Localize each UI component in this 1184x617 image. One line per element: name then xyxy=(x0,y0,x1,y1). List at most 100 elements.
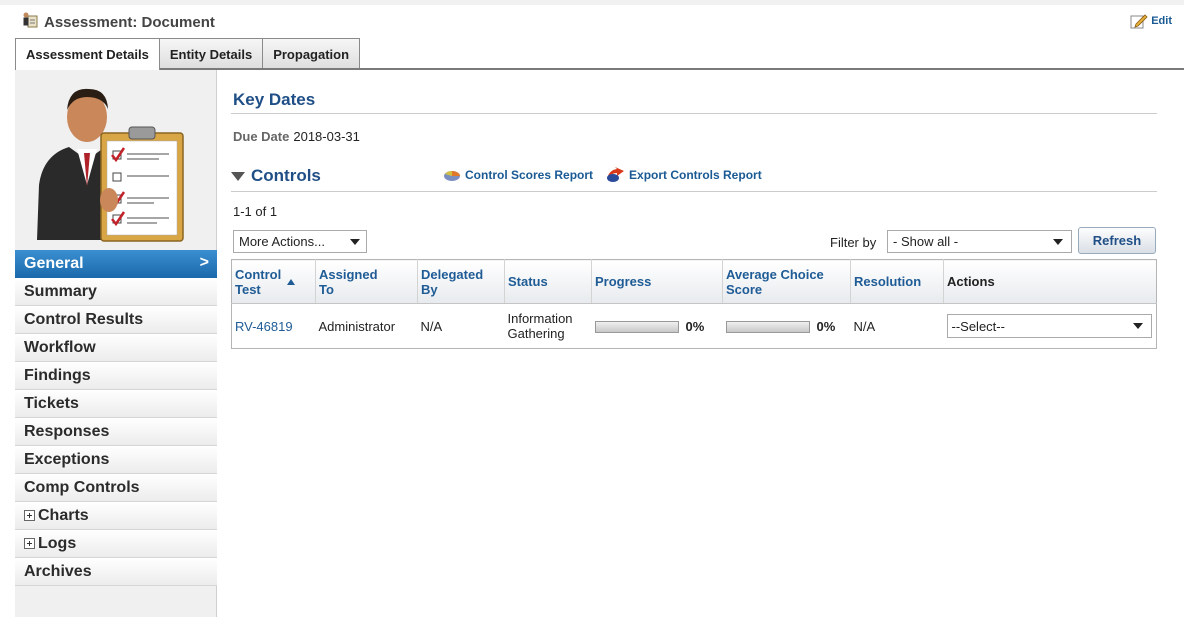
controls-table: Control Test Assigned To Delegated By St… xyxy=(231,259,1157,349)
sidebar-item-workflow[interactable]: Workflow xyxy=(15,334,217,362)
control-scores-report-link[interactable]: Control Scores Report xyxy=(443,167,593,183)
sidebar-item-label: General xyxy=(24,254,84,272)
column-header-progress[interactable]: Progress xyxy=(591,259,723,304)
tab-entity-details[interactable]: Entity Details xyxy=(158,38,264,69)
sidebar-item-label: Tickets xyxy=(24,394,79,412)
assessment-document-icon xyxy=(23,12,38,28)
average-score-percent: 0% xyxy=(816,319,836,335)
sidebar-item-summary[interactable]: Summary xyxy=(15,278,217,306)
table-row: RV-46819 Administrator N/A Information G… xyxy=(232,304,1157,349)
due-date-value: 2018-03-31 xyxy=(293,129,360,144)
column-header-status[interactable]: Status xyxy=(504,259,592,304)
divider xyxy=(231,113,1157,114)
tab-propagation[interactable]: Propagation xyxy=(262,38,361,69)
filter-select[interactable]: - Show all - xyxy=(887,230,1072,253)
controls-title: Controls xyxy=(251,166,321,185)
column-header-resolution[interactable]: Resolution xyxy=(850,259,944,304)
export-controls-report-link[interactable]: Export Controls Report xyxy=(605,167,762,183)
sidebar-item-label: Comp Controls xyxy=(24,478,140,496)
column-header-label: Assigned To xyxy=(319,266,378,297)
sidebar-item-findings[interactable]: Findings xyxy=(15,362,217,390)
refresh-button[interactable]: Refresh xyxy=(1078,227,1156,254)
progress-bar xyxy=(594,320,679,333)
resolution-cell: N/A xyxy=(853,318,876,334)
sidebar-item-label: Summary xyxy=(24,282,97,300)
more-actions-label: More Actions... xyxy=(239,234,325,249)
edit-pencil-icon xyxy=(1130,14,1148,29)
average-score-bar xyxy=(725,320,810,333)
column-header-label: Status xyxy=(508,274,548,289)
divider xyxy=(231,191,1157,192)
tab-assessment-details[interactable]: Assessment Details xyxy=(15,38,160,70)
column-header-label: Control Test xyxy=(235,266,282,297)
assessor-avatar-icon xyxy=(37,88,184,242)
sidebar-nav: General > Summary Control Results Workfl… xyxy=(15,250,217,586)
sidebar-item-tickets[interactable]: Tickets xyxy=(15,390,217,418)
column-header-delegated-by[interactable]: Delegated By xyxy=(417,259,505,304)
export-controls-report-label: Export Controls Report xyxy=(629,168,762,182)
chevron-down-icon xyxy=(350,238,360,245)
sidebar-item-control-results[interactable]: Control Results xyxy=(15,306,217,334)
filter-value: - Show all - xyxy=(893,234,959,249)
result-count: 1-1 of 1 xyxy=(233,204,278,219)
sidebar: General > Summary Control Results Workfl… xyxy=(15,70,217,617)
export-report-icon xyxy=(607,167,625,182)
sidebar-item-label: Charts xyxy=(38,506,89,524)
expand-plus-icon[interactable] xyxy=(24,510,35,521)
column-header-control-test[interactable]: Control Test xyxy=(231,259,316,304)
assigned-to-cell: Administrator xyxy=(318,318,396,334)
sidebar-item-label: Control Results xyxy=(24,310,144,328)
due-date: Due Date 2018-03-31 xyxy=(233,129,360,144)
progress-percent: 0% xyxy=(685,319,705,335)
chevron-down-icon xyxy=(1132,323,1143,329)
column-header-label: Average Choice Score xyxy=(726,266,824,297)
column-header-label: Actions xyxy=(947,274,995,289)
sidebar-item-comp-controls[interactable]: Comp Controls xyxy=(15,474,217,502)
key-dates-heading: Key Dates xyxy=(233,90,316,109)
page-title: Assessment: Document xyxy=(44,14,215,31)
collapse-triangle-icon[interactable] xyxy=(231,171,245,181)
chevron-right-icon: > xyxy=(199,254,209,271)
delegated-by-cell: N/A xyxy=(420,318,443,334)
sort-ascending-icon[interactable] xyxy=(287,278,295,285)
sidebar-item-label: Findings xyxy=(24,366,91,384)
sidebar-item-general[interactable]: General > xyxy=(15,250,217,278)
sidebar-item-responses[interactable]: Responses xyxy=(15,418,217,446)
sidebar-item-label: Logs xyxy=(38,534,77,552)
status-cell: Information Gathering xyxy=(507,311,573,341)
table-header-row: Control Test Assigned To Delegated By St… xyxy=(231,259,1157,304)
progress-cell: 0% xyxy=(592,304,723,349)
sidebar-item-label: Archives xyxy=(24,562,92,580)
chevron-down-icon xyxy=(1053,238,1063,245)
edit-link[interactable]: Edit xyxy=(1130,13,1172,29)
row-action-select[interactable]: --Select-- xyxy=(946,314,1152,338)
sidebar-item-exceptions[interactable]: Exceptions xyxy=(15,446,217,474)
actions-cell: --Select-- xyxy=(944,304,1157,349)
column-header-average-choice-score[interactable]: Average Choice Score xyxy=(722,259,851,304)
more-actions-dropdown[interactable]: More Actions... xyxy=(233,230,367,253)
filter-label: Filter by xyxy=(830,235,877,250)
report-links: Control Scores Report Export Controls Re… xyxy=(443,167,762,183)
sidebar-item-charts[interactable]: Charts xyxy=(15,502,217,530)
sidebar-item-label: Workflow xyxy=(24,338,96,356)
sidebar-item-logs[interactable]: Logs xyxy=(15,530,217,558)
row-action-value: --Select-- xyxy=(951,318,1005,334)
control-test-link[interactable]: RV-46819 xyxy=(235,319,293,334)
sidebar-item-label: Responses xyxy=(24,422,110,440)
column-header-assigned-to[interactable]: Assigned To xyxy=(315,259,418,304)
expand-plus-icon[interactable] xyxy=(24,538,35,549)
report-chart-icon xyxy=(444,170,460,181)
column-header-label: Progress xyxy=(595,274,652,289)
column-header-actions: Actions xyxy=(943,259,1157,304)
page-header: Assessment: Document Edit xyxy=(0,0,1184,33)
control-scores-report-label: Control Scores Report xyxy=(465,168,594,182)
sidebar-item-archives[interactable]: Archives xyxy=(15,558,217,586)
average-score-cell: 0% xyxy=(723,304,851,349)
detail-tabs: Assessment Details Entity Details Propag… xyxy=(15,38,361,70)
edit-label: Edit xyxy=(1151,15,1172,27)
due-date-label: Due Date xyxy=(233,129,290,144)
column-header-label: Delegated By xyxy=(421,266,484,297)
column-header-label: Resolution xyxy=(854,274,922,289)
sidebar-item-label: Exceptions xyxy=(24,450,110,468)
controls-heading[interactable]: Controls xyxy=(231,166,321,186)
